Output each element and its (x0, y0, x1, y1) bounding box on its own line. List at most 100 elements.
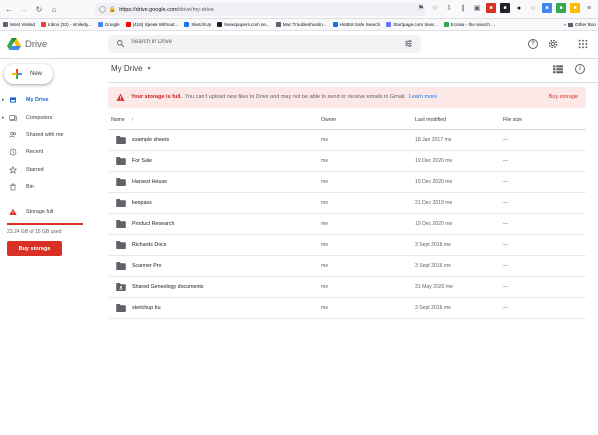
bookmark-item[interactable]: Mac Troubleshootin... (275, 22, 327, 27)
column-header-owner[interactable]: Owner (321, 117, 336, 123)
folder-icon (116, 220, 126, 228)
apps-grid-icon[interactable] (578, 39, 588, 49)
settings-icon[interactable] (547, 38, 559, 50)
new-button[interactable]: New (4, 64, 53, 84)
search-bar[interactable] (108, 35, 421, 53)
bookmark-favicon-icon (217, 22, 223, 27)
bookmark-favicon-icon (275, 22, 281, 27)
bookmark-item[interactable]: Inbox (32) - smiledy... (40, 22, 92, 27)
storage-usage-text: 23.24 GB of 15 GB used (7, 229, 62, 235)
extension-icon[interactable]: ■ (500, 3, 510, 13)
file-modified: 31 May 2020 me (415, 284, 453, 290)
bookmarks-bar: Most Visited Inbox (32) - smiledy... Googl… (0, 19, 598, 31)
file-modified: 3 Sept 2016 me (415, 242, 451, 248)
sidebar-item-starred[interactable]: Starred (0, 163, 100, 176)
other-bookmarks[interactable]: » Other Boo (560, 22, 596, 27)
sidebar-toggle-icon[interactable]: ▣ (472, 3, 482, 13)
sidebar-item-storage[interactable]: Storage full (0, 205, 100, 218)
search-options-icon[interactable] (404, 39, 413, 48)
file-owner: me (321, 242, 329, 248)
extension-icon[interactable]: ○ (528, 3, 538, 13)
home-icon[interactable]: ⌂ (48, 3, 60, 15)
folder-icon (568, 22, 574, 27)
folder-icon (116, 241, 126, 249)
column-header-name[interactable]: Name ↑ (111, 117, 134, 123)
list-view-icon[interactable] (553, 65, 563, 74)
file-row[interactable]: Scanner Pro me 3 Sept 2016 me — (108, 256, 586, 277)
bookmark-item[interactable]: Startpage.com Sear... (386, 22, 438, 27)
page-title[interactable]: My Drive ▼ (111, 64, 152, 73)
expand-caret-icon[interactable]: ▸ (2, 115, 5, 121)
file-name: sketchup bu (132, 305, 161, 311)
bookmark-favicon-icon (125, 22, 131, 27)
bookmark-label: Newspapers.com se... (224, 22, 270, 27)
sidebar-item-shared[interactable]: Shared with me (0, 128, 100, 141)
bookmark-label: Google (104, 22, 120, 27)
folder-icon (116, 136, 126, 144)
extension-icon[interactable]: ■ (486, 3, 496, 13)
learn-more-link[interactable]: Learn more (409, 94, 437, 100)
library-icon[interactable]: ∥ (458, 3, 468, 13)
back-icon[interactable]: ← (3, 3, 15, 15)
file-row[interactable]: keepass me 21 Dec 2019 me — (108, 193, 586, 214)
bookmark-star-icon[interactable]: ☆ (430, 3, 440, 13)
browser-toolbar: ← → ↻ ⌂ ◯ 🔒 https://drive.google.com/dri… (0, 0, 598, 19)
reload-icon[interactable]: ↻ (33, 3, 45, 15)
new-button-label: New (30, 71, 43, 77)
file-name: Shared Geneology documents (132, 284, 204, 290)
folder-icon (116, 199, 126, 207)
bookmark-favicon-icon (443, 22, 449, 27)
buy-storage-button[interactable]: Buy storage (7, 241, 62, 256)
folder-icon (116, 157, 126, 165)
flag-icon[interactable]: ⚑ (416, 3, 426, 13)
drive-header: Drive ? (0, 31, 598, 59)
file-row[interactable]: Shared Geneology documents me 31 May 2020 … (108, 277, 586, 298)
sort-arrow-up-icon[interactable]: ↑ (131, 117, 134, 123)
file-row[interactable]: Richards Docs me 3 Sept 2016 me — (108, 235, 586, 256)
file-row[interactable]: sketchup bu me 3 Sept 2016 me — (108, 298, 586, 319)
bookmark-item[interactable]: Most Visited (3, 22, 35, 27)
drive-logo-icon[interactable] (7, 38, 21, 50)
sidebar-item-computers[interactable]: ▸ Computers (0, 111, 100, 124)
menu-icon[interactable]: ≡ (584, 3, 594, 13)
file-row[interactable]: example sheets me 18 Jan 2017 me — (108, 130, 586, 151)
info-icon[interactable]: i (575, 64, 585, 74)
url-bar[interactable]: ◯ 🔒 https://drive.google.com/drive/my-dr… (95, 3, 425, 16)
search-icon[interactable] (116, 39, 125, 48)
help-icon[interactable]: ? (528, 39, 538, 49)
file-size: — (503, 200, 509, 206)
sidebar-item-recent[interactable]: Recent (0, 145, 100, 158)
computers-icon (9, 114, 17, 121)
extension-icon[interactable]: ■ (542, 3, 552, 13)
file-owner: me (321, 137, 329, 143)
search-input[interactable] (131, 39, 381, 45)
file-row[interactable]: For Sale me 19 Dec 2020 me — (108, 151, 586, 172)
bookmark-item[interactable]: SketchUp (184, 22, 211, 27)
download-icon[interactable]: ⇩ (444, 3, 454, 13)
file-modified: 3 Sept 2016 me (415, 263, 451, 269)
extension-icon[interactable]: ■ (556, 3, 566, 13)
bookmark-item[interactable]: HotBot Safe Search (332, 22, 380, 27)
bookmark-label: Inbox (32) - smiledy... (47, 22, 92, 27)
extension-icon[interactable]: ● (514, 3, 524, 13)
bookmark-item[interactable]: Newspapers.com se... (217, 22, 270, 27)
bookmark-favicon-icon (3, 22, 8, 27)
folder-icon (116, 262, 126, 270)
column-header-modified[interactable]: Last modified (415, 117, 446, 123)
sidebar-item-my-drive[interactable]: ▸ My Drive (0, 93, 100, 106)
file-row[interactable]: Product Research me 19 Dec 2020 me — (108, 214, 586, 235)
file-name: example sheets (132, 137, 170, 143)
expand-caret-icon[interactable]: ▸ (2, 97, 5, 103)
column-header-size[interactable]: File size (503, 117, 522, 123)
warning-icon (116, 93, 125, 101)
file-modified: 19 Dec 2020 me (415, 221, 453, 227)
bookmark-item[interactable]: (416) Speak Without... (125, 22, 178, 27)
bookmark-item[interactable]: Ecosia - the search ... (443, 22, 495, 27)
sidebar-item-label: My Drive (26, 96, 49, 103)
forward-icon[interactable]: → (18, 3, 30, 15)
banner-buy-storage-link[interactable]: Buy storage (549, 94, 578, 100)
bookmark-item[interactable]: Google (97, 22, 120, 27)
sidebar-item-bin[interactable]: Bin (0, 180, 100, 193)
file-row[interactable]: Harvest House me 19 Dec 2020 me — (108, 172, 586, 193)
extension-icon[interactable]: ■ (570, 3, 580, 13)
